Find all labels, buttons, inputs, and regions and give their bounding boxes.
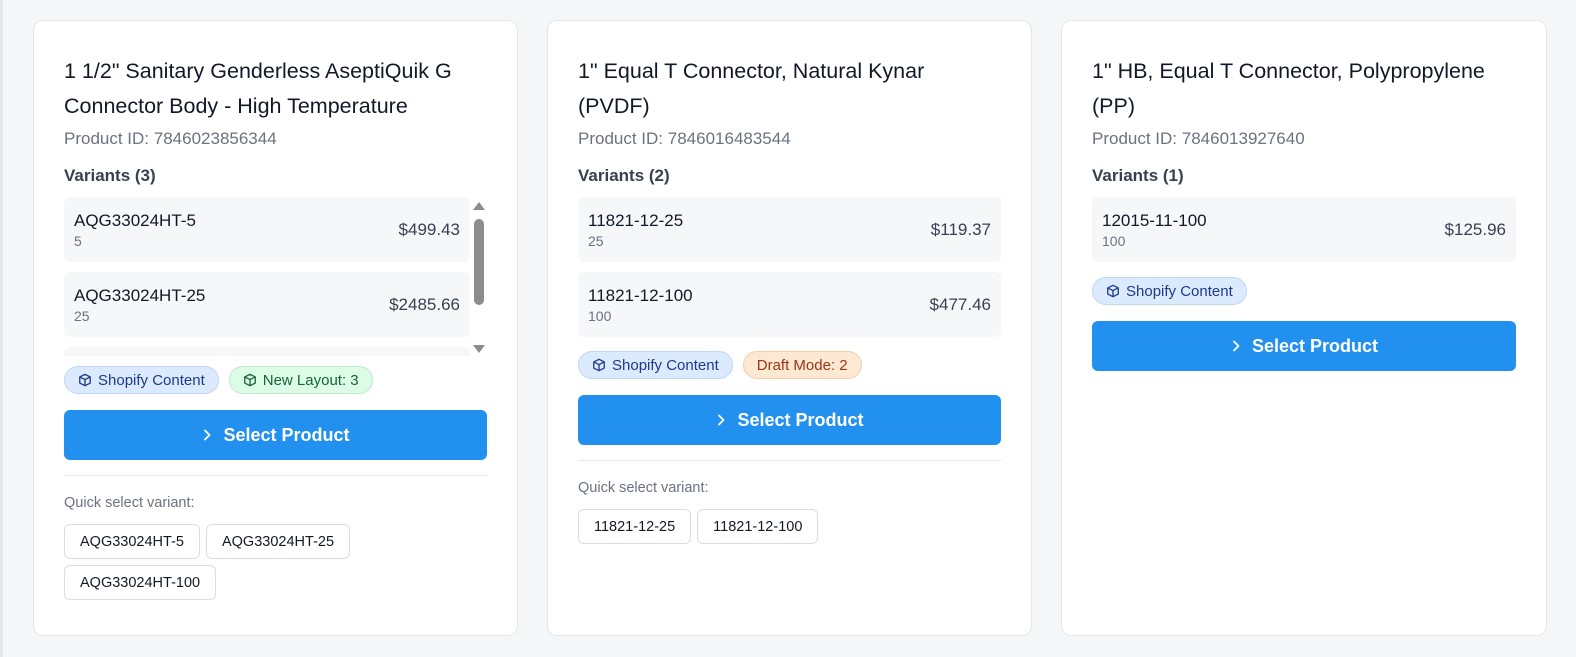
variant-quantity: 100 [588, 307, 612, 324]
variant-quantity: 25 [588, 232, 604, 249]
product-id: Product ID: 7846016483544 [578, 129, 791, 148]
variants-label: Variants (2) [578, 166, 670, 185]
variant-row-partial[interactable] [64, 347, 470, 356]
quick-select-chip[interactable]: 11821-12-25 [578, 509, 692, 544]
scrollbar[interactable] [471, 197, 487, 356]
select-product-button[interactable]: Select Product [64, 410, 487, 460]
chevron-right-icon [718, 414, 725, 426]
shopify-content-badge: Shopify Content [64, 366, 219, 394]
variant-list: 12015-11-100 100 $125.96 [1092, 197, 1516, 262]
variant-price: $499.43 [398, 219, 460, 239]
variant-row[interactable]: AQG33024HT-25 25 $2485.66 [64, 272, 470, 337]
badge-group: Shopify Content New Layout: 3 [64, 366, 487, 394]
box-icon [1107, 284, 1119, 298]
product-card: 1" Equal T Connector, Natural Kynar (PVD… [547, 20, 1032, 636]
badge-group: Shopify Content [1092, 277, 1516, 305]
product-card: 1" HB, Equal T Connector, Polypropylene … [1061, 20, 1547, 636]
button-label: Select Product [223, 424, 350, 445]
variant-quantity: 5 [74, 232, 82, 249]
shopify-content-badge: Shopify Content [1092, 277, 1247, 305]
variant-sku: 11821-12-100 [588, 285, 693, 305]
select-product-button[interactable]: Select Product [578, 395, 1001, 445]
badge-label: New Layout: 3 [262, 371, 359, 389]
quick-select-chip[interactable]: AQG33024HT-25 [205, 524, 351, 559]
variant-sku: AQG33024HT-5 [74, 210, 196, 230]
scroll-up-arrow-icon[interactable] [473, 202, 485, 210]
button-label: Select Product [737, 409, 864, 430]
badge-group: Shopify Content Draft Mode: 2 [578, 351, 1001, 379]
draft-mode-badge: Draft Mode: 2 [742, 351, 862, 379]
quick-select-label: Quick select variant: [578, 480, 709, 496]
box-icon [593, 358, 605, 372]
variant-sku: AQG33024HT-25 [74, 285, 206, 305]
variant-price: $125.96 [1444, 219, 1506, 239]
variant-row[interactable]: 11821-12-25 25 $119.37 [578, 197, 1001, 262]
chevron-right-icon [1233, 340, 1240, 352]
quick-select-label: Quick select variant: [64, 495, 195, 511]
variant-list-container: 11821-12-25 25 $119.37 11821-12-100 100 … [578, 197, 1001, 337]
scroll-down-arrow-icon[interactable] [473, 345, 485, 353]
variant-row[interactable]: AQG33024HT-5 5 $499.43 [64, 197, 470, 262]
divider [64, 475, 487, 476]
variant-list-container: AQG33024HT-5 5 $499.43 AQG33024HT-25 25 … [64, 197, 487, 356]
product-title: 1" HB, Equal T Connector, Polypropylene … [1092, 59, 1485, 118]
product-title: 1" Equal T Connector, Natural Kynar (PVD… [578, 59, 925, 118]
variant-sku: 11821-12-25 [588, 210, 684, 230]
variant-quantity: 100 [1102, 232, 1126, 249]
scrollbar-thumb[interactable] [474, 219, 484, 305]
variants-label: Variants (3) [64, 166, 156, 185]
quick-select-chip[interactable]: AQG33024HT-100 [64, 565, 217, 600]
select-product-button[interactable]: Select Product [1092, 321, 1516, 371]
button-label: Select Product [1251, 335, 1379, 356]
product-title: 1 1/2" Sanitary Genderless AseptiQuik G … [64, 59, 452, 118]
new-layout-badge: New Layout: 3 [228, 366, 373, 394]
box-icon [243, 373, 256, 387]
product-card: 1 1/2" Sanitary Genderless AseptiQuik G … [33, 20, 518, 636]
variant-list[interactable]: AQG33024HT-5 5 $499.43 AQG33024HT-25 25 … [64, 197, 470, 356]
quick-select-chip[interactable]: 11821-12-100 [697, 509, 819, 544]
page-edge [0, 0, 3, 657]
variant-price: $477.46 [929, 294, 991, 314]
divider [578, 460, 1001, 461]
shopify-content-badge: Shopify Content [578, 351, 733, 379]
variant-sku: 12015-11-100 [1102, 210, 1207, 230]
variant-price: $119.37 [930, 219, 991, 239]
quick-select-chip[interactable]: AQG33024HT-5 [64, 524, 200, 559]
variant-row[interactable]: 12015-11-100 100 $125.96 [1092, 197, 1516, 262]
variant-quantity: 25 [74, 307, 90, 324]
variants-label: Variants (1) [1092, 166, 1184, 185]
badge-label: Shopify Content [98, 371, 205, 389]
badge-label: Shopify Content [1126, 282, 1233, 300]
variant-list-container: 12015-11-100 100 $125.96 [1092, 197, 1516, 262]
badge-label: Draft Mode: 2 [756, 356, 848, 374]
variant-row[interactable]: 11821-12-100 100 $477.46 [578, 272, 1001, 337]
variant-list: 11821-12-25 25 $119.37 11821-12-100 100 … [578, 197, 1001, 337]
badge-label: Shopify Content [612, 356, 719, 374]
quick-select-chips: AQG33024HT-5 AQG33024HT-25 AQG33024HT-10… [64, 524, 487, 600]
product-id: Product ID: 7846023856344 [64, 129, 277, 148]
product-id: Product ID: 7846013927640 [1092, 129, 1305, 148]
chevron-right-icon [204, 429, 211, 441]
box-icon [79, 373, 91, 387]
variant-price: $2485.66 [389, 294, 460, 314]
quick-select-chips: 11821-12-25 11821-12-100 [578, 509, 1001, 544]
